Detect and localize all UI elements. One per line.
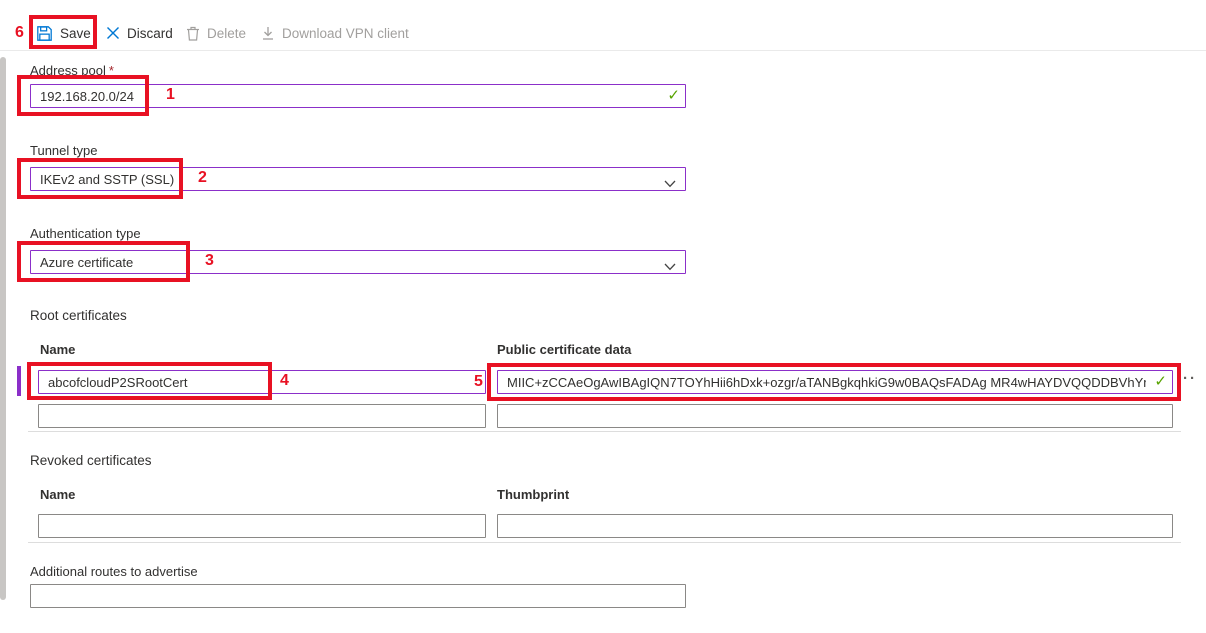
annotation-digit-6: 6: [15, 24, 24, 42]
root-cert-data-empty-input[interactable]: [497, 404, 1173, 428]
revoked-certificates-heading: Revoked certificates: [30, 453, 152, 468]
discard-button-label: Discard: [127, 26, 173, 41]
row-context-menu-dots[interactable]: ··: [1183, 369, 1197, 389]
authentication-type-label: Authentication type: [30, 226, 141, 241]
download-vpn-client-label: Download VPN client: [282, 26, 409, 41]
download-vpn-client-button[interactable]: Download VPN client: [261, 22, 409, 44]
root-cert-data-input[interactable]: [497, 370, 1173, 394]
root-cert-name-input[interactable]: [38, 370, 486, 394]
toolbar-divider: [0, 50, 1206, 51]
additional-routes-field: [30, 584, 686, 608]
revoked-cert-name-header: Name: [40, 487, 75, 502]
revoked-cert-thumbprint-field: [497, 514, 1173, 538]
revoked-cert-thumbprint-header: Thumbprint: [497, 487, 569, 502]
edited-row-indicator: [17, 366, 21, 396]
vertical-scrollbar[interactable]: [0, 57, 6, 600]
tunnel-type-value[interactable]: [30, 167, 686, 191]
download-arrow-icon: [261, 26, 275, 41]
root-cert-data-empty-field: [497, 404, 1173, 428]
tunnel-type-dropdown[interactable]: [30, 167, 686, 191]
root-cert-name-header: Name: [40, 342, 75, 357]
authentication-type-value[interactable]: [30, 250, 686, 274]
section-divider: [28, 542, 1181, 543]
delete-button[interactable]: Delete: [186, 22, 246, 44]
revoked-cert-name-field: [38, 514, 486, 538]
required-asterisk: *: [109, 63, 114, 78]
root-cert-name-empty-field: [38, 404, 486, 428]
delete-button-label: Delete: [207, 26, 246, 41]
floppy-disk-icon: [36, 25, 53, 42]
section-divider: [28, 431, 1181, 432]
p2s-vpn-configuration-page: Save Discard Delete Download VPN: [0, 0, 1206, 633]
root-cert-data-header: Public certificate data: [497, 342, 631, 357]
root-cert-name-field: [38, 370, 486, 394]
trash-icon: [186, 26, 200, 41]
address-pool-label: Address pool*: [30, 63, 114, 78]
save-button[interactable]: Save: [36, 22, 91, 44]
x-mark-icon: [106, 26, 120, 40]
root-cert-name-empty-input[interactable]: [38, 404, 486, 428]
tunnel-type-label: Tunnel type: [30, 143, 97, 158]
discard-button[interactable]: Discard: [106, 22, 173, 44]
revoked-cert-name-input[interactable]: [38, 514, 486, 538]
additional-routes-label: Additional routes to advertise: [30, 564, 198, 579]
revoked-cert-thumbprint-input[interactable]: [497, 514, 1173, 538]
root-certificates-heading: Root certificates: [30, 308, 127, 323]
address-pool-input[interactable]: [30, 84, 686, 108]
save-button-label: Save: [60, 26, 91, 41]
additional-routes-input[interactable]: [30, 584, 686, 608]
authentication-type-dropdown[interactable]: [30, 250, 686, 274]
address-pool-field: ✓: [30, 84, 686, 108]
root-cert-data-field: ✓: [497, 370, 1173, 394]
